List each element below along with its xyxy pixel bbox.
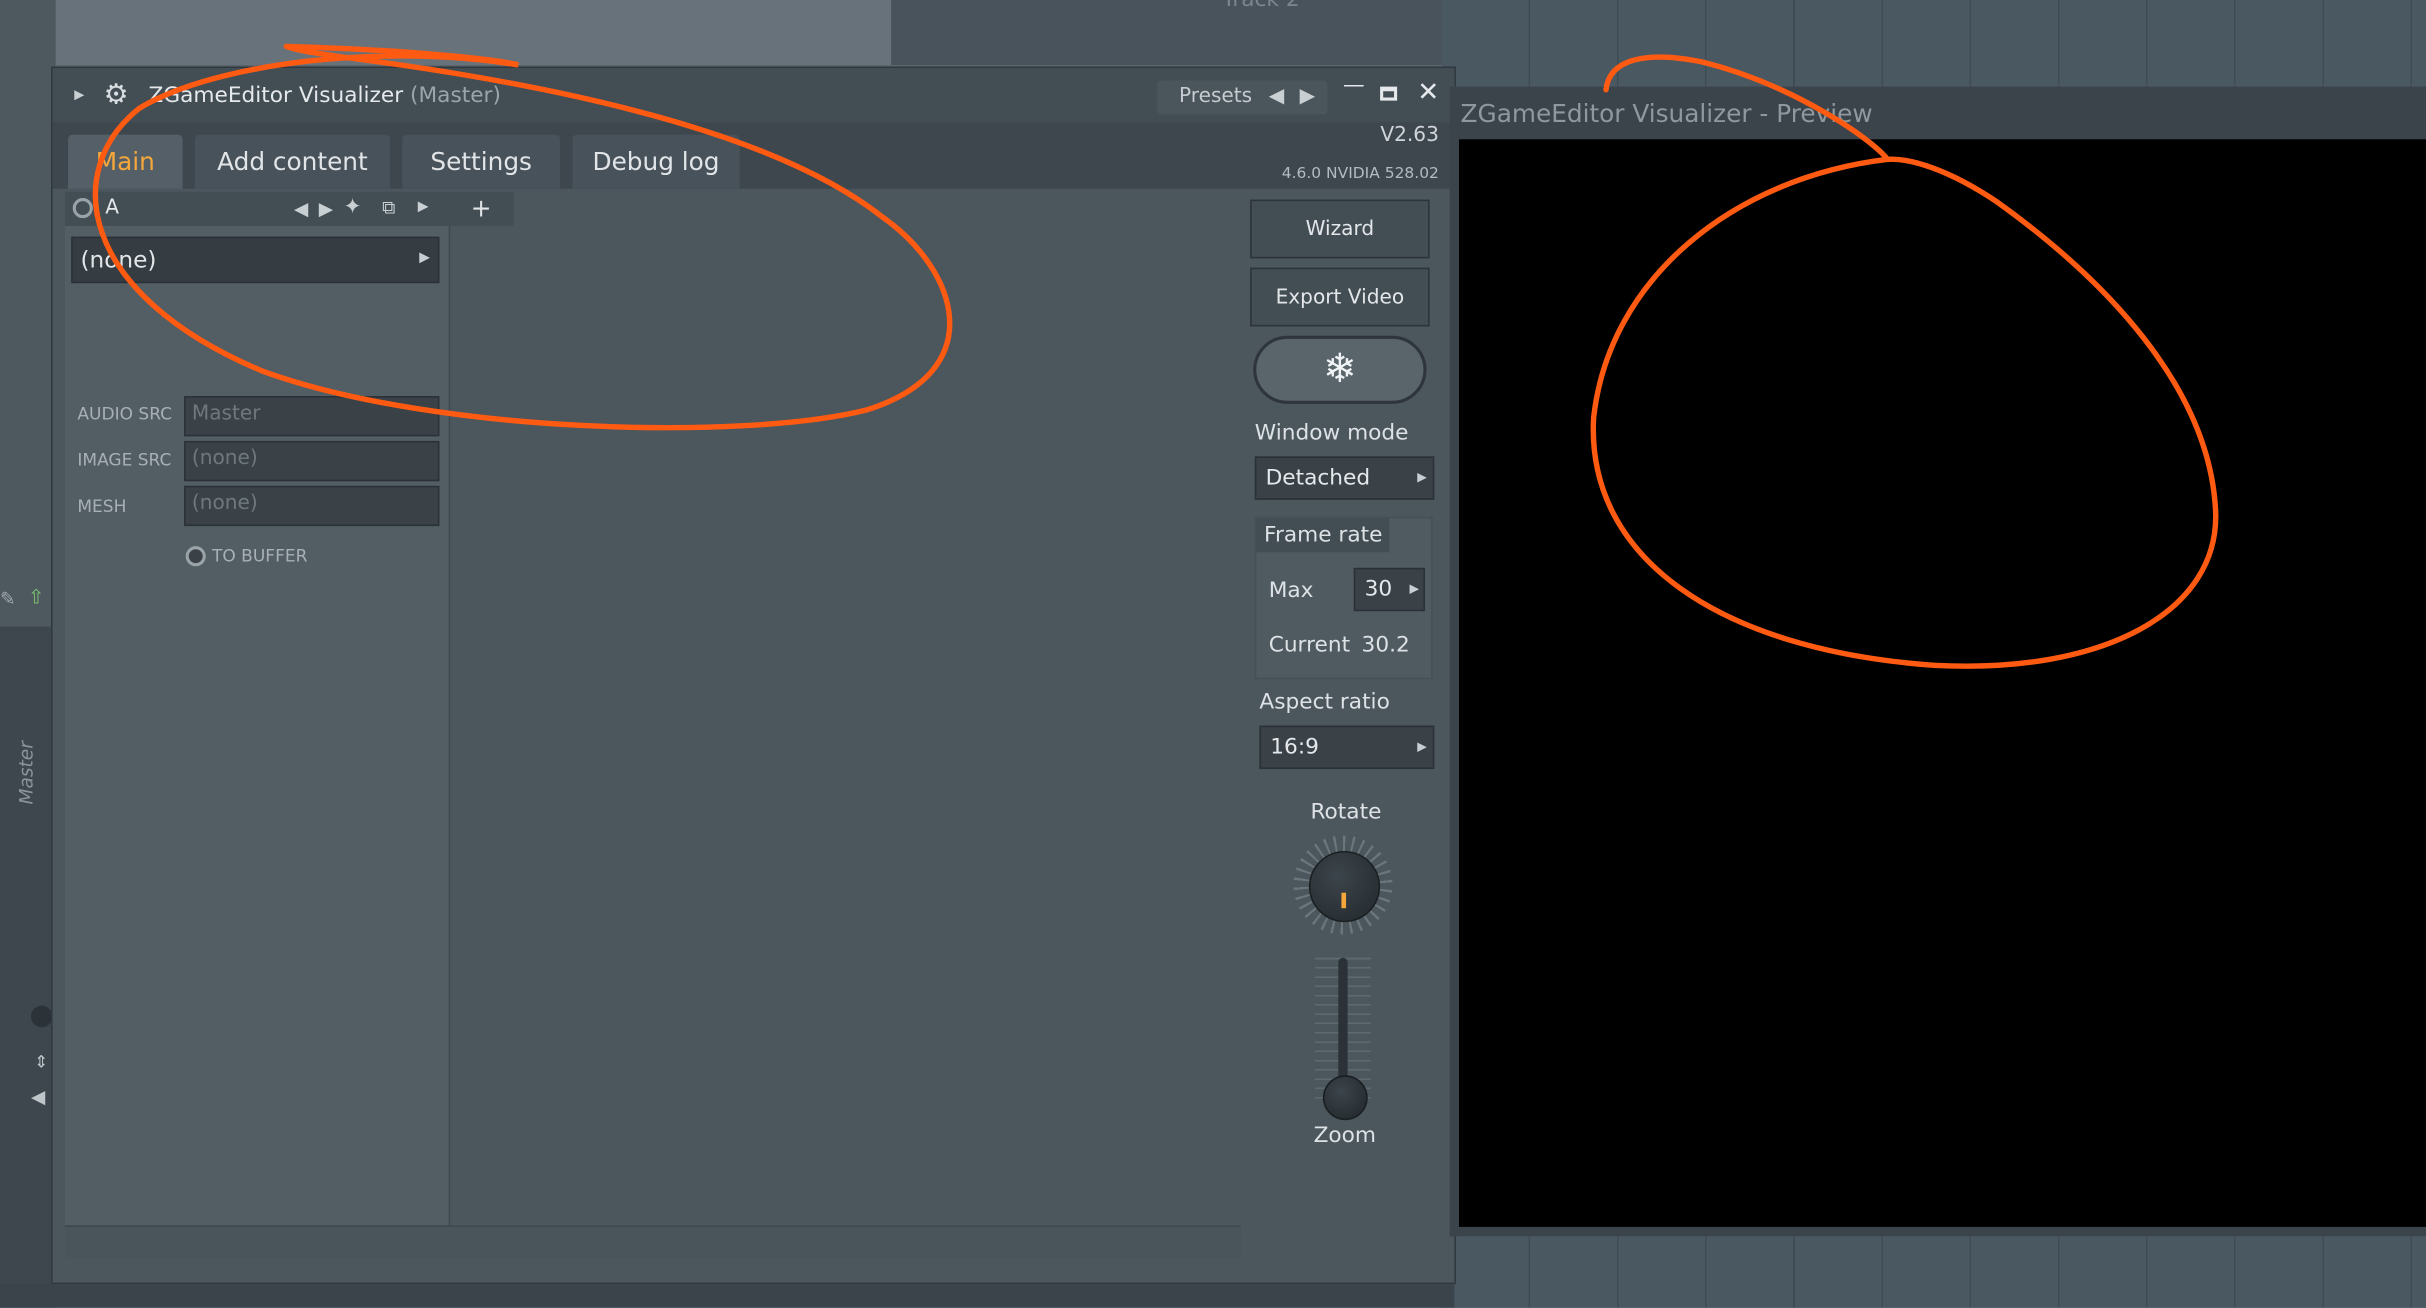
tab-settings[interactable]: Settings [402, 134, 561, 189]
audio-src-field[interactable]: Master [184, 396, 440, 437]
more-arrow-icon[interactable]: ▶ [418, 200, 429, 215]
zoom-slider-handle[interactable] [1322, 1075, 1368, 1121]
preview-frame-bottom [1449, 1226, 2426, 1237]
speaker-icon[interactable]: ◀ [31, 1086, 45, 1108]
current-fps-label: Current [1268, 632, 1351, 658]
frame-rate-label: Frame rate [1264, 522, 1383, 548]
chevron-right-icon: ▶ [1417, 470, 1427, 485]
layer-tab-header: A ◀ ▶ ✦ ⧉ ▶ [64, 191, 449, 226]
minimize-icon[interactable]: — [1343, 73, 1365, 98]
max-fps-value: 30 [1364, 577, 1393, 602]
aspect-ratio-dropdown[interactable]: 16:9 ▶ [1259, 725, 1435, 769]
effect-dropdown[interactable]: (none) ▶ [71, 236, 440, 284]
zoom-label: Zoom [1313, 1123, 1377, 1149]
frame-rate-group: Frame rate Max 30 ▶ Current 30.2 [1254, 516, 1433, 680]
snowflake-icon: ❄ [1323, 346, 1357, 393]
aspect-ratio-label: Aspect ratio [1259, 690, 1390, 715]
window-title: ZGameEditor Visualizer (Master) [149, 84, 501, 109]
gear-icon[interactable]: ⚙ [104, 79, 129, 111]
updown-icon[interactable]: ⇕ [34, 1052, 48, 1072]
layer-prev-icon[interactable]: ◀ [294, 198, 308, 220]
window-title-text: ZGameEditor Visualizer [148, 83, 404, 109]
tab-main[interactable]: Main [68, 134, 183, 189]
close-icon[interactable]: ✕ [1417, 77, 1439, 108]
tab-debug-log[interactable]: Debug log [572, 134, 740, 189]
to-buffer-radio[interactable] [185, 546, 206, 567]
wizard-button[interactable]: Wizard [1250, 199, 1430, 259]
layer-panel: A ◀ ▶ ✦ ⧉ ▶ (none) ▶ AUDIO SRC Master IM… [64, 191, 451, 1226]
window-mode-dropdown[interactable]: Detached ▶ [1254, 456, 1435, 500]
window-mode-label: Window mode [1254, 420, 1409, 446]
layer-next-icon[interactable]: ▶ [319, 198, 333, 220]
rotate-label: Rotate [1310, 799, 1382, 825]
export-video-button[interactable]: Export Video [1250, 267, 1430, 327]
tab-add-content[interactable]: Add content [194, 134, 390, 189]
layer-radio[interactable] [72, 198, 93, 219]
max-label: Max [1268, 578, 1314, 604]
preset-next-icon[interactable]: ▶ [1300, 85, 1315, 108]
chevron-right-icon: ▶ [1409, 581, 1420, 596]
max-fps-dropdown[interactable]: 30 ▶ [1353, 567, 1425, 612]
copy-icon[interactable]: ⧉ [382, 196, 395, 219]
window-mode-value: Detached [1265, 465, 1371, 491]
collapse-arrow-icon[interactable]: ▸ [74, 84, 84, 107]
daw-background [0, 0, 892, 65]
wand-icon[interactable]: ✦ [343, 195, 361, 220]
preset-prev-icon[interactable]: ◀ [1269, 85, 1284, 108]
mixer-channel: ⇕ ◀ [0, 626, 56, 1308]
layer-tab-label[interactable]: A [105, 196, 119, 219]
knob-indicator [1341, 892, 1347, 909]
chevron-right-icon: ▶ [419, 250, 431, 267]
window-title-suffix: (Master) [410, 83, 501, 109]
maximize-icon[interactable] [1380, 86, 1398, 101]
current-fps-value: 30.2 [1361, 632, 1410, 658]
mesh-label: MESH [77, 496, 127, 517]
image-src-label: IMAGE SRC [77, 450, 172, 471]
preview-titlebar[interactable]: ZGameEditor Visualizer - Preview [1449, 86, 2426, 140]
preview-canvas[interactable] [1459, 139, 2426, 1227]
gpu-info: 4.6.0 NVIDIA 528.02 [1281, 165, 1439, 183]
mesh-field[interactable]: (none) [184, 485, 440, 527]
presets-control[interactable]: Presets ◀ ▶ [1157, 80, 1328, 115]
pencil-icon[interactable]: ✎ [0, 588, 16, 610]
aspect-ratio-value: 16:9 [1270, 734, 1319, 760]
rotate-knob[interactable] [1308, 850, 1381, 923]
track-label: Track 2 [1222, 0, 1300, 13]
mixer-knob[interactable] [30, 1005, 53, 1028]
chevron-right-icon: ▶ [1417, 739, 1427, 754]
snowflake-toggle[interactable]: ❄ [1253, 335, 1427, 404]
daw-track-strip [891, 0, 1442, 65]
preview-title: ZGameEditor Visualizer - Preview [1460, 99, 1873, 129]
effect-value: (none) [80, 246, 157, 274]
audio-src-label: AUDIO SRC [77, 403, 173, 424]
master-channel-label: Master [15, 741, 38, 805]
presets-label: Presets [1178, 85, 1253, 109]
status-area [64, 1225, 1241, 1258]
daw-bottom-bar [0, 1284, 1455, 1308]
visualizer-window: ▸ ⚙ ZGameEditor Visualizer (Master) Pres… [51, 66, 1456, 1285]
version-label: V2.63 [1380, 123, 1439, 147]
preview-frame-left [1449, 139, 1460, 1237]
add-layer-button[interactable]: + [448, 191, 514, 226]
window-titlebar[interactable]: ▸ ⚙ ZGameEditor Visualizer (Master) Pres… [52, 68, 1455, 123]
mixer-tools: ✎ ⇧ [0, 585, 56, 619]
image-src-field[interactable]: (none) [184, 440, 440, 482]
to-buffer-label: TO BUFFER [211, 546, 308, 567]
green-arrow-icon[interactable]: ⇧ [28, 586, 45, 609]
